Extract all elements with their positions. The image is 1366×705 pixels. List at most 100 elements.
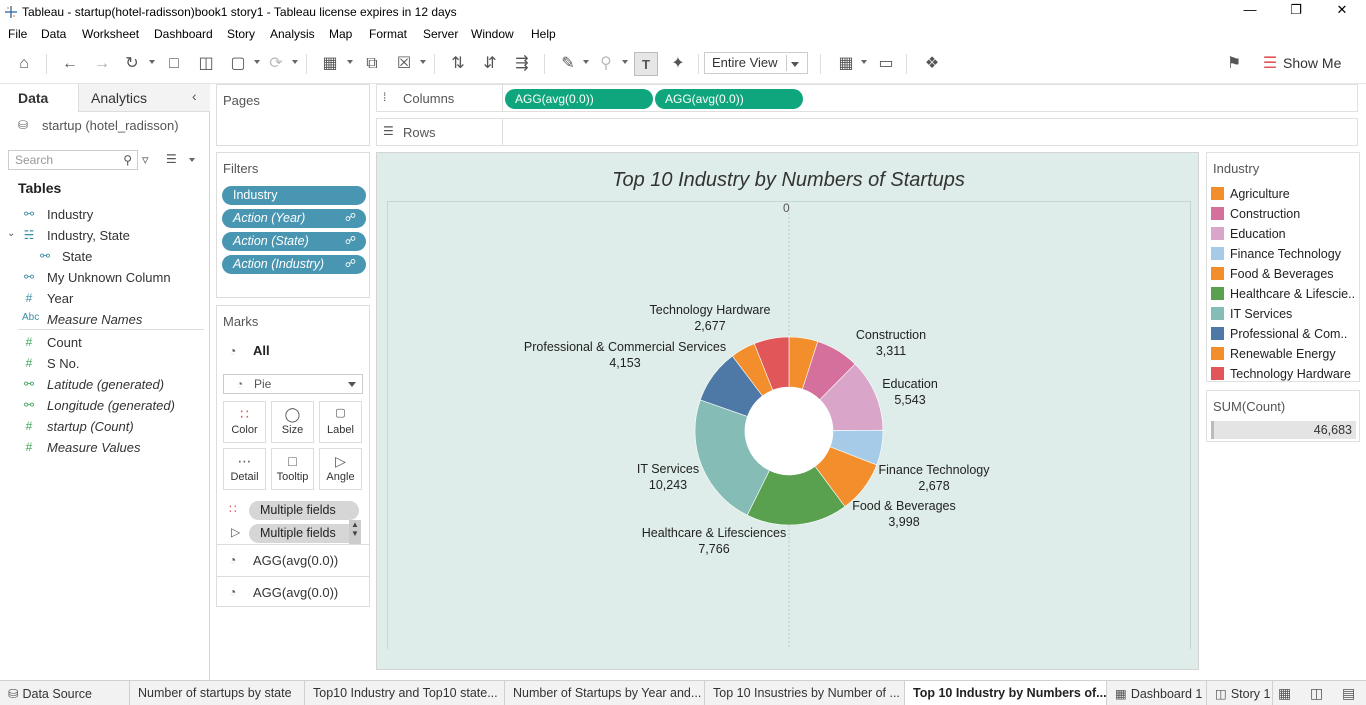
format-painter-icon[interactable]: ⚑ (1222, 52, 1246, 76)
pin-icon[interactable]: ✦ (666, 52, 690, 76)
pages-shelf[interactable]: Pages (216, 84, 370, 146)
donut-chart[interactable]: Construction 3,311 Education 5,543 Finance T… (377, 153, 1200, 671)
refresh-icon[interactable]: ⟳ (264, 52, 288, 76)
show-me-button[interactable]: Show Me (1283, 55, 1341, 71)
restore-button[interactable]: ❐ (1284, 2, 1308, 22)
filter-pill-industry[interactable]: Industry (222, 186, 366, 205)
field-s-no[interactable]: # S No. (0, 354, 210, 374)
swap-icon[interactable]: ⇅ (446, 52, 470, 76)
column-pill-1[interactable]: AGG(avg(0.0)) (505, 89, 653, 109)
marks-angle-button[interactable]: ▷ Angle (319, 448, 362, 490)
replay-icon[interactable]: ↻ (120, 52, 144, 76)
marks-detail-button[interactable]: ⋯ Detail (223, 448, 266, 490)
marks-tooltip-button[interactable]: □ Tooltip (271, 448, 314, 490)
field-longitude[interactable]: ⚯ Longitude (generated) (0, 396, 210, 416)
tab-data-source[interactable]: ⛁ Data Source (0, 681, 130, 705)
filter-pill-action-year[interactable]: Action (Year) ☍ (222, 209, 366, 228)
show-labels-icon[interactable]: T (634, 52, 658, 76)
tab-startups-by-year[interactable]: Number of Startups by Year and... (505, 681, 705, 705)
menu-dashboard[interactable]: Dashboard (154, 27, 213, 41)
legend-item[interactable]: Healthcare & Lifescie.. (1211, 285, 1357, 304)
sort-descending-icon[interactable]: ⇶ (510, 52, 534, 76)
sum-count-bar[interactable]: 46,683 (1211, 421, 1356, 439)
field-startup-count[interactable]: # startup (Count) (0, 417, 210, 437)
field-count[interactable]: # Count (0, 333, 210, 353)
field-measure-names[interactable]: Abc Measure Names (0, 310, 210, 330)
tab-top10-insustries[interactable]: Top 10 Insustries by Number of ... (705, 681, 905, 705)
tab-number-of-startups-by-state[interactable]: Number of startups by state (130, 681, 305, 705)
menu-format[interactable]: Format (369, 27, 407, 41)
rows-shelf[interactable]: ☰ Rows (376, 118, 1358, 146)
field-year[interactable]: # Year (0, 289, 210, 309)
marks-pill-color-multiple[interactable]: Multiple fields (249, 501, 359, 520)
new-worksheet-icon[interactable]: ▦ (1278, 685, 1291, 702)
fit-dropdown[interactable]: Entire View (704, 52, 808, 74)
filter-pill-action-state[interactable]: Action (State) ☍ (222, 232, 366, 251)
field-latitude[interactable]: ⚯ Latitude (generated) (0, 375, 210, 395)
tab-story-1[interactable]: ◫ Story 1 (1207, 681, 1273, 705)
filter-pill-action-industry[interactable]: Action (Industry) ☍ (222, 255, 366, 274)
minimize-button[interactable]: — (1238, 2, 1262, 22)
collapse-pane-icon[interactable]: ‹ (192, 88, 197, 104)
highlight-icon[interactable]: ✎ (556, 52, 580, 76)
tab-data[interactable]: Data (0, 84, 78, 112)
marks-agg-row-2[interactable]: ◔ AGG(avg(0.0)) (217, 576, 369, 608)
worksheet-view[interactable]: Top 10 Industry by Numbers of Startups 0… (376, 152, 1199, 670)
marks-size-button[interactable]: ◯ Size (271, 401, 314, 443)
view-toggle-icon[interactable]: ☰ (166, 152, 177, 166)
clear-sheet-icon[interactable]: ☒ (392, 52, 416, 76)
mark-type-dropdown[interactable]: ◔ Pie (223, 374, 363, 394)
marks-agg-row-1[interactable]: ◔ AGG(avg(0.0)) (217, 544, 369, 576)
legend-item[interactable]: IT Services (1211, 305, 1357, 324)
pill-scroll-icon[interactable]: ▲ ▼ (349, 520, 361, 544)
redo-icon[interactable]: → (90, 52, 114, 76)
save-icon[interactable]: □ (162, 52, 186, 76)
menu-map[interactable]: Map (329, 27, 352, 41)
pause-updates-icon[interactable]: ▢ (226, 52, 250, 76)
undo-icon[interactable]: ← (58, 52, 82, 76)
legend-item[interactable]: Education (1211, 225, 1357, 244)
menu-window[interactable]: Window (471, 27, 514, 41)
field-my-unknown-column[interactable]: ⚯ My Unknown Column (0, 268, 210, 288)
filter-icon[interactable]: ▿ (142, 152, 149, 168)
legend-item[interactable]: Finance Technology (1211, 245, 1357, 264)
duplicate-icon[interactable]: ⧉ (360, 52, 384, 76)
menu-server[interactable]: Server (423, 27, 458, 41)
group-icon[interactable]: ⚲ (594, 52, 618, 76)
search-input[interactable]: Search ⚲ (8, 150, 138, 170)
field-industry[interactable]: ⚯ Industry (0, 205, 210, 225)
home-icon[interactable]: ⌂ (12, 52, 36, 76)
tab-top10-industry-active[interactable]: Top 10 Industry by Numbers of... (905, 681, 1107, 705)
marks-pill-angle-multiple[interactable]: Multiple fields (249, 524, 359, 543)
menu-analysis[interactable]: Analysis (270, 27, 315, 41)
tab-top10-industry-state[interactable]: Top10 Industry and Top10 state... (305, 681, 505, 705)
menu-help[interactable]: Help (531, 27, 556, 41)
legend-item[interactable]: Agriculture (1211, 185, 1357, 204)
datasource-item[interactable]: ⛁ startup (hotel_radisson) (18, 118, 179, 133)
column-pill-2[interactable]: AGG(avg(0.0)) (655, 89, 803, 109)
legend-item[interactable]: Renewable Energy (1211, 345, 1357, 364)
marks-all[interactable]: All (253, 343, 270, 358)
sort-ascending-icon[interactable]: ⇵ (478, 52, 502, 76)
show-cards-icon[interactable]: ▦ (834, 52, 858, 76)
close-button[interactable]: ✕ (1330, 2, 1354, 22)
new-datasource-icon[interactable]: ◫ (194, 52, 218, 76)
new-worksheet-icon[interactable]: ▦ (318, 52, 342, 76)
menu-worksheet[interactable]: Worksheet (82, 27, 139, 41)
legend-item[interactable]: Construction (1211, 205, 1357, 224)
columns-shelf[interactable]: ⁞ Columns AGG(avg(0.0)) AGG(avg(0.0)) (376, 84, 1358, 112)
field-measure-values[interactable]: # Measure Values (0, 438, 210, 458)
tab-dashboard-1[interactable]: ▦ Dashboard 1 (1107, 681, 1207, 705)
new-dashboard-icon[interactable]: ◫ (1310, 685, 1323, 702)
chevron-down-icon[interactable]: ⌄ (7, 228, 15, 239)
share-icon[interactable]: ❖ (920, 52, 944, 76)
legend-item[interactable]: Professional & Com.. (1211, 325, 1357, 344)
marks-color-button[interactable]: ∷ Color (223, 401, 266, 443)
field-state[interactable]: ⚯ State (0, 247, 210, 267)
legend-item[interactable]: Technology Hardware (1211, 365, 1357, 384)
show-me-icon[interactable]: ☰ (1258, 52, 1282, 76)
menu-data[interactable]: Data (41, 27, 66, 41)
legend-item[interactable]: Food & Beverages (1211, 265, 1357, 284)
menu-story[interactable]: Story (227, 27, 255, 41)
tab-analytics[interactable]: Analytics (78, 84, 210, 112)
